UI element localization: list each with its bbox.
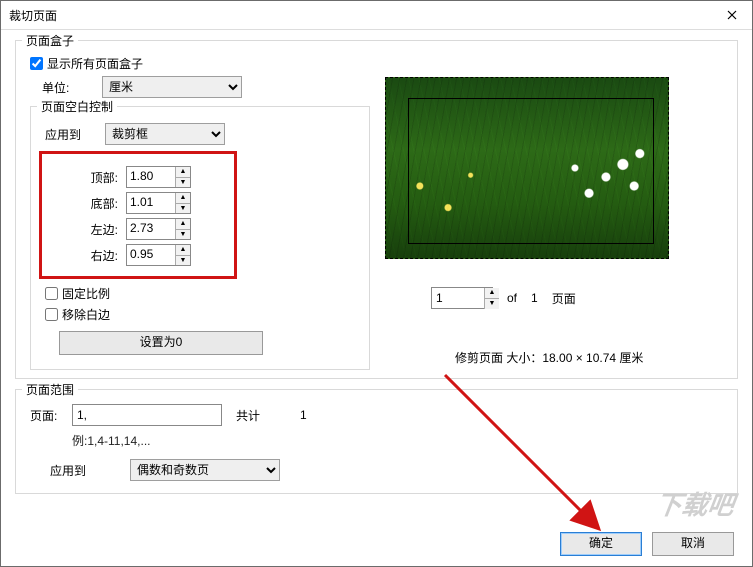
- page-preview: [385, 77, 669, 259]
- spin-down-icon[interactable]: ▼: [176, 178, 190, 188]
- reset-button[interactable]: 设置为0: [59, 331, 263, 355]
- top-input[interactable]: [127, 167, 175, 185]
- page-box-legend: 页面盒子: [22, 32, 78, 49]
- lock-ratio-label: 固定比例: [62, 285, 110, 302]
- ok-button[interactable]: 确定: [560, 532, 642, 556]
- range-page-input[interactable]: [72, 404, 222, 426]
- remove-white-label: 移除白边: [62, 306, 110, 323]
- top-spinner[interactable]: ▲▼: [126, 166, 191, 188]
- range-total-label: 共计: [236, 407, 260, 424]
- range-apply-label: 应用到: [50, 462, 130, 479]
- range-example: 例:1,4-11,14,...: [72, 432, 727, 449]
- unit-select[interactable]: 厘米: [102, 76, 242, 98]
- page-range-legend: 页面范围: [22, 381, 78, 398]
- spin-up-icon[interactable]: ▲: [485, 288, 499, 299]
- unit-label: 单位:: [42, 79, 102, 96]
- window-title: 裁切页面: [9, 7, 57, 24]
- bottom-label: 底部:: [48, 195, 126, 212]
- page-range-group: 页面范围 页面: 共计 1 例:1,4-11,14,... 应用到 偶数和奇数页: [15, 389, 738, 494]
- spin-up-icon[interactable]: ▲: [176, 245, 190, 256]
- spin-up-icon[interactable]: ▲: [176, 193, 190, 204]
- range-apply-select[interactable]: 偶数和奇数页: [130, 459, 280, 481]
- margin-control-group: 页面空白控制 应用到 裁剪框 顶部:: [30, 106, 370, 370]
- apply-to-label: 应用到: [45, 126, 105, 143]
- show-all-boxes-label: 显示所有页面盒子: [47, 55, 143, 72]
- show-all-boxes-input[interactable]: [30, 57, 43, 70]
- spin-up-icon[interactable]: ▲: [176, 219, 190, 230]
- dialog-buttons: 确定 取消: [560, 532, 734, 556]
- close-button[interactable]: [712, 1, 752, 29]
- left-input[interactable]: [127, 219, 175, 237]
- spin-down-icon[interactable]: ▼: [485, 299, 499, 309]
- close-icon: [727, 10, 737, 20]
- lock-ratio-checkbox[interactable]: 固定比例: [45, 285, 110, 302]
- titlebar: 裁切页面: [1, 1, 752, 30]
- remove-white-input[interactable]: [45, 308, 58, 321]
- spin-down-icon[interactable]: ▼: [176, 256, 190, 266]
- crop-size-label: 修剪页面 大小：18.00 × 10.74 厘米: [455, 349, 643, 366]
- range-total-value: 1: [300, 408, 307, 422]
- spin-down-icon[interactable]: ▼: [176, 230, 190, 240]
- pager-unit: 页面: [552, 290, 576, 307]
- margin-control-legend: 页面空白控制: [37, 98, 117, 115]
- remove-white-checkbox[interactable]: 移除白边: [45, 306, 110, 323]
- crop-dialog: 裁切页面 页面盒子 显示所有页面盒子 单位:: [0, 0, 753, 567]
- pager-of-label: of: [507, 291, 517, 305]
- top-label: 顶部:: [48, 169, 126, 186]
- highlight-box: 顶部: ▲▼ 底部:: [39, 151, 237, 279]
- apply-to-select[interactable]: 裁剪框: [105, 123, 225, 145]
- right-spinner[interactable]: ▲▼: [126, 244, 191, 266]
- show-all-boxes-checkbox[interactable]: 显示所有页面盒子: [30, 55, 143, 72]
- cancel-button[interactable]: 取消: [652, 532, 734, 556]
- lock-ratio-input[interactable]: [45, 287, 58, 300]
- bottom-input[interactable]: [127, 193, 175, 211]
- left-spinner[interactable]: ▲▼: [126, 218, 191, 240]
- bottom-spinner[interactable]: ▲▼: [126, 192, 191, 214]
- page-number-spinner[interactable]: ▲▼: [431, 287, 493, 309]
- right-label: 右边:: [48, 247, 126, 264]
- range-page-label: 页面:: [30, 407, 72, 424]
- right-input[interactable]: [127, 245, 175, 263]
- spin-down-icon[interactable]: ▼: [176, 204, 190, 214]
- crop-rectangle: [408, 98, 654, 244]
- page-navigator: ▲▼ of 1 页面: [431, 287, 576, 309]
- left-label: 左边:: [48, 221, 126, 238]
- pager-total: 1: [531, 291, 538, 305]
- spin-up-icon[interactable]: ▲: [176, 167, 190, 178]
- page-number-input[interactable]: [432, 289, 484, 307]
